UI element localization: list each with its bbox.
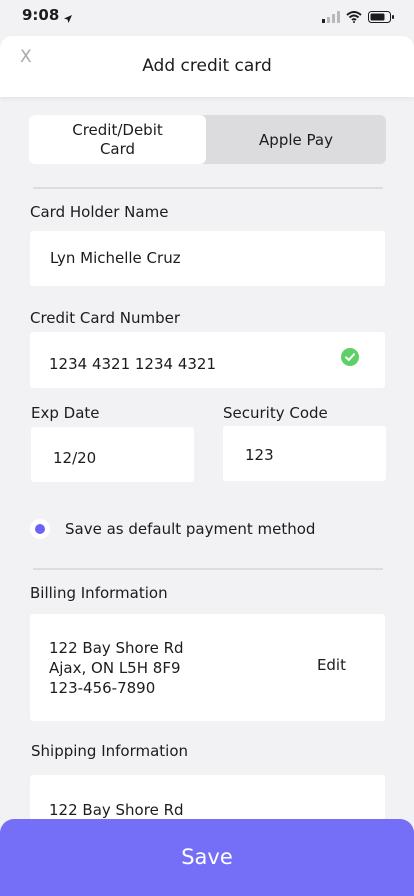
- location-arrow-icon: [63, 9, 73, 28]
- shipping-label: Shipping Information: [31, 742, 189, 760]
- exp-date-field[interactable]: 12/20: [31, 427, 194, 482]
- default-payment-label: Save as default payment method: [65, 520, 316, 538]
- billing-card: 122 Bay Shore Rd Ajax, ON L5H 8F9 123-45…: [30, 614, 385, 721]
- card-holder-value: Lyn Michelle Cruz: [50, 249, 181, 267]
- divider: [33, 568, 383, 570]
- billing-address: 122 Bay Shore Rd Ajax, ON L5H 8F9 123-45…: [49, 638, 184, 698]
- payment-type-segment: Credit/Debit Card Apple Pay: [29, 115, 386, 164]
- divider: [33, 187, 383, 189]
- card-holder-label: Card Holder Name: [30, 203, 169, 221]
- default-payment-radio[interactable]: [30, 519, 50, 539]
- battery-icon: [368, 8, 394, 27]
- page-title: Add credit card: [142, 56, 272, 76]
- status-icons: [322, 8, 394, 27]
- card-holder-field[interactable]: Lyn Michelle Cruz: [30, 231, 385, 286]
- security-code-field[interactable]: 123: [223, 426, 386, 481]
- tab-credit-debit-card[interactable]: Credit/Debit Card: [29, 115, 206, 164]
- security-code-value: 123: [245, 446, 274, 464]
- shipping-line-street: 122 Bay Shore Rd: [49, 801, 184, 819]
- exp-date-value: 12/20: [53, 449, 97, 467]
- tab-apple-pay-label: Apple Pay: [259, 130, 333, 149]
- tab-credit-debit-card-label: Credit/Debit Card: [72, 120, 163, 158]
- status-bar: 9:08: [0, 0, 414, 32]
- security-code-label: Security Code: [223, 404, 328, 422]
- exp-date-label: Exp Date: [31, 404, 100, 422]
- card-number-field[interactable]: 1234 4321 1234 4321: [30, 332, 385, 388]
- billing-line-street: 122 Bay Shore Rd: [49, 639, 184, 657]
- billing-label: Billing Information: [30, 584, 168, 602]
- modal-header: X Add credit card: [0, 36, 414, 97]
- card-number-value: 1234 4321 1234 4321: [49, 355, 216, 373]
- save-button-label: Save: [181, 845, 233, 869]
- status-time: 9:08: [22, 6, 60, 24]
- tab-apple-pay[interactable]: Apple Pay: [206, 115, 386, 164]
- wifi-icon: [346, 8, 362, 27]
- save-button[interactable]: Save: [0, 819, 414, 896]
- card-number-label: Credit Card Number: [30, 309, 180, 327]
- edit-billing-button[interactable]: Edit: [317, 656, 346, 674]
- billing-line-city: Ajax, ON L5H 8F9: [49, 659, 181, 677]
- billing-line-phone: 123-456-7890: [49, 679, 156, 697]
- signal-icon: [322, 8, 340, 27]
- check-circle-icon: [341, 348, 359, 370]
